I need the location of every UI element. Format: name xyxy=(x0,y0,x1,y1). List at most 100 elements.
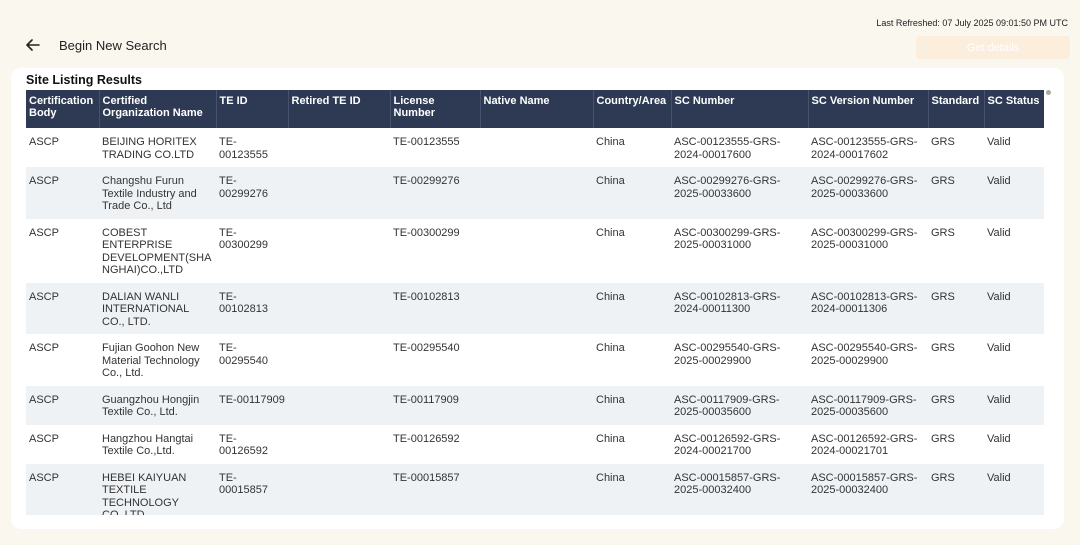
results-table: Certification Body Certified Organizatio… xyxy=(26,90,1044,515)
table-row[interactable]: ASCP Fujian Goohon New Material Technolog… xyxy=(26,334,1044,386)
table-cell: TE-00295540 xyxy=(393,342,460,354)
table-cell: ASC-00126592-GRS-2024-00021701 xyxy=(811,432,918,458)
table-cell: ASCP xyxy=(29,136,59,148)
column-header[interactable]: License Number xyxy=(390,90,481,128)
table-cell: Changshu Furun Textile Industry and Trad… xyxy=(99,167,216,219)
table-cell: China xyxy=(596,432,625,445)
table-row[interactable]: ASCP HEBEI KAIYUAN TEXTILE TECHNOLOGY CO.… xyxy=(26,463,1044,515)
table-cell xyxy=(480,425,593,464)
table-cell: ASC-00015857-GRS-2025-00032400 xyxy=(808,463,928,515)
table-cell: TE-00123555 xyxy=(219,136,268,161)
column-header[interactable]: SC Version Number xyxy=(808,90,929,128)
table-cell: ASC-00015857-GRS-2025-00032400 xyxy=(671,463,808,515)
table-cell xyxy=(288,128,390,167)
table-cell: Fujian Goohon New Material Technology Co… xyxy=(102,342,200,379)
table-cell: ASC-00295540-GRS-2025-00029900 xyxy=(811,342,918,367)
table-cell: Valid xyxy=(987,432,1011,445)
table-cell: TE-00300299 xyxy=(219,226,268,252)
table-cell xyxy=(480,128,593,167)
table-cell: TE-00117909 xyxy=(216,385,288,425)
table-cell: BEIJING HORITEX TRADING CO.LTD xyxy=(102,136,197,161)
column-header[interactable]: Country/Area xyxy=(593,90,672,128)
table-cell xyxy=(288,167,390,219)
column-header[interactable]: Certification Body xyxy=(26,90,100,128)
table-cell: Hangzhou Hangtai Textile Co.,Ltd. xyxy=(102,432,194,458)
table-cell: ASCP xyxy=(29,342,59,354)
back-button[interactable] xyxy=(24,36,42,54)
get-details-button[interactable]: Get details xyxy=(916,36,1070,59)
table-cell xyxy=(288,385,390,425)
results-panel: Site Listing Results Certification Body … xyxy=(11,68,1064,529)
last-refreshed: Last Refreshed: 07 July 2025 09:01:50 PM… xyxy=(876,18,1068,28)
column-header[interactable]: Native Name xyxy=(480,90,594,128)
table-cell: ASC-00299276-GRS-2025-00033600 xyxy=(671,167,808,219)
table-cell: ASC-00102813-GRS-2024-00011300 xyxy=(671,282,808,334)
table-cell: Valid xyxy=(987,226,1011,239)
table-cell: DALIAN WANLI INTERNATIONAL CO., LTD. xyxy=(99,282,216,334)
table-cell: Valid xyxy=(984,463,1044,515)
table-row[interactable]: ASCP DALIAN WANLI INTERNATIONAL CO., LTD.… xyxy=(26,282,1044,334)
table-cell: ASC-00117909-GRS-2025-00035600 xyxy=(808,385,928,425)
table-cell: GRS xyxy=(928,167,984,219)
table-cell: TE-00300299 xyxy=(393,226,460,239)
table-cell xyxy=(288,282,390,334)
column-header[interactable]: Retired TE ID xyxy=(288,90,391,128)
column-header[interactable]: Standard xyxy=(928,90,985,128)
table-cell: Valid xyxy=(987,136,1011,148)
table-cell xyxy=(480,385,593,425)
table-cell: TE-00102813 xyxy=(216,282,288,334)
results-table-container[interactable]: Certification Body Certified Organizatio… xyxy=(26,90,1044,515)
table-cell xyxy=(480,167,593,219)
table-cell: GRS xyxy=(928,385,984,425)
table-row[interactable]: ASCP Changshu Furun Textile Industry and … xyxy=(26,167,1044,219)
arrow-left-icon xyxy=(26,39,40,51)
table-cell: TE-00117909 xyxy=(390,385,480,425)
table-cell: GRS xyxy=(931,342,955,354)
table-cell xyxy=(288,334,390,386)
table-cell: GRS xyxy=(931,136,955,148)
table-cell: ASC-00123555-GRS-2024-00017602 xyxy=(811,136,918,161)
column-header[interactable]: TE ID xyxy=(216,90,289,128)
table-cell: Valid xyxy=(984,167,1044,219)
table-cell: ASC-00117909-GRS-2025-00035600 xyxy=(671,385,808,425)
table-cell: ASC-00102813-GRS-2024-00011306 xyxy=(808,282,928,334)
table-cell: HEBEI KAIYUAN TEXTILE TECHNOLOGY CO.,LTD xyxy=(99,463,216,515)
table-cell: ASCP xyxy=(26,385,99,425)
table-cell: Valid xyxy=(987,342,1011,354)
table-cell: China xyxy=(596,226,625,239)
column-header[interactable]: Certified Organization Name xyxy=(99,90,217,128)
column-header[interactable]: SC Status xyxy=(984,90,1044,128)
table-cell: China xyxy=(593,167,671,219)
table-cell: Guangzhou Hongjin Textile Co., Ltd. xyxy=(99,385,216,425)
table-cell: ASC-00300299-GRS-2025-00031000 xyxy=(811,226,918,252)
table-cell xyxy=(288,463,390,515)
table-row[interactable]: ASCP Guangzhou Hongjin Textile Co., Ltd. T… xyxy=(26,385,1044,425)
column-header[interactable]: SC Number xyxy=(671,90,809,128)
table-cell: Valid xyxy=(984,282,1044,334)
table-row[interactable]: ASCP Hangzhou Hangtai Textile Co.,Ltd. TE-… xyxy=(26,425,1044,464)
table-cell: ASC-00295540-GRS-2025-00029900 xyxy=(674,342,781,367)
table-cell: TE-00015857 xyxy=(390,463,480,515)
table-row[interactable]: ASCP COBEST ENTERPRISE DEVELOPMENT(SHANGH… xyxy=(26,219,1044,283)
table-cell xyxy=(480,463,593,515)
table-cell: TE-00299276 xyxy=(390,167,480,219)
table-cell: Valid xyxy=(984,385,1044,425)
table-cell: China xyxy=(593,463,671,515)
table-cell: ASCP xyxy=(29,432,59,445)
scrollbar-thumb[interactable] xyxy=(1046,90,1051,95)
results-title: Site Listing Results xyxy=(26,73,142,87)
table-cell: ASC-00299276-GRS-2025-00033600 xyxy=(808,167,928,219)
table-row[interactable]: ASCP BEIJING HORITEX TRADING CO.LTD TE-001… xyxy=(26,128,1044,167)
table-cell: GRS xyxy=(931,226,955,239)
table-cell: ASCP xyxy=(26,167,99,219)
table-cell: TE-00299276 xyxy=(216,167,288,219)
table-cell xyxy=(480,282,593,334)
table-cell: GRS xyxy=(928,282,984,334)
table-header-row: Certification Body Certified Organizatio… xyxy=(26,90,1044,128)
table-cell: ASC-00126592-GRS-2024-00021700 xyxy=(674,432,781,458)
page-title: Begin New Search xyxy=(59,38,167,53)
table-cell: TE-00126592 xyxy=(219,432,268,458)
table-cell: TE-00295540 xyxy=(219,342,268,367)
table-cell: China xyxy=(593,385,671,425)
table-cell: TE-00102813 xyxy=(390,282,480,334)
